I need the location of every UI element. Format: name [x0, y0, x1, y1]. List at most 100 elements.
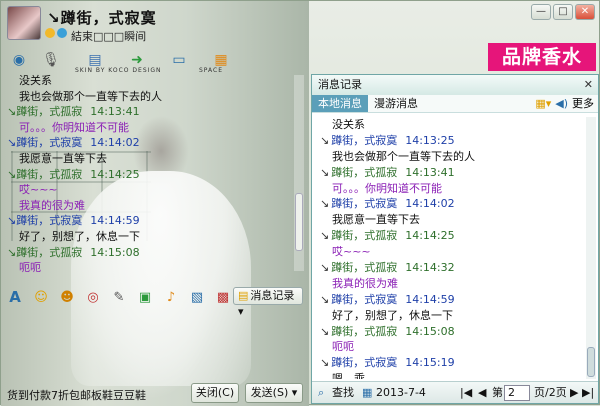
chat-message-area[interactable]: 没关系 我也会做那个一直等下去的人 ↘蹲街，式孤寂 14:13:41 可。。。你明知道不… — [7, 73, 291, 273]
message-text: 没关系 — [332, 118, 365, 131]
message-time: 14:14:02 — [405, 197, 455, 211]
message-sender-row: ↘蹲街，式孤寂 14:15:08 — [7, 245, 291, 261]
message-text: 呃呃 — [332, 340, 354, 354]
page-number-input[interactable]: 2 — [504, 385, 530, 401]
sender-name[interactable]: 蹲街，式孤寂 — [331, 325, 397, 338]
vip-star-icon[interactable] — [45, 28, 55, 38]
message-time: 14:15:19 — [405, 356, 455, 370]
message-text: 我真的很为难 — [332, 276, 398, 290]
speaker-icon[interactable]: ◀) — [555, 95, 568, 113]
calendar-icon[interactable]: ▦ — [362, 382, 372, 404]
screenshot-icon[interactable]: ▧ — [187, 290, 207, 305]
message-sender-row: ↘蹲街，式孤寂 14:13:41 — [7, 104, 291, 120]
brand-badge[interactable]: 品牌香水 — [488, 43, 596, 71]
last-page-icon[interactable]: ▶| — [582, 382, 594, 404]
sender-name[interactable]: 蹲街，式寂寞 — [16, 136, 82, 149]
close-button[interactable]: 关闭(C) — [191, 383, 239, 403]
message-sender-row: ↘蹲街，式孤寂 14:14:25 — [320, 228, 580, 244]
history-scrollbar[interactable] — [586, 117, 596, 379]
message-text: 没关系 — [19, 74, 52, 87]
message-time: 14:13:41 — [405, 165, 455, 179]
sender-name[interactable]: 蹲街，式寂寞 — [331, 134, 397, 147]
magic-emoji-icon[interactable]: ☻ — [57, 290, 77, 305]
tab-local-messages[interactable]: 本地消息 — [312, 95, 368, 112]
message-text: 好了，别想了，休息一下 — [332, 308, 453, 322]
minimize-button[interactable]: — — [531, 4, 551, 20]
message-sender-row: ↘蹲街，式孤寂 14:14:25 — [7, 167, 291, 183]
message-time: 14:14:59 — [405, 292, 455, 306]
tab-roaming-messages[interactable]: 漫游消息 — [368, 95, 424, 112]
message-sender-row: ↘ 蹲街，式寂寞 14:13:25 — [320, 133, 580, 149]
sender-name[interactable]: 蹲街，式孤寂 — [331, 229, 397, 242]
ad-link[interactable]: 货到付款7折包邮板鞋豆豆鞋 — [7, 387, 146, 403]
history-scroll-thumb[interactable] — [587, 347, 595, 377]
contact-name: ↘蹲街，式寂寞 — [47, 9, 157, 27]
search-button[interactable]: 查找 — [332, 382, 354, 404]
image-icon[interactable]: ▣ — [135, 290, 155, 305]
message-time: 14:14:32 — [405, 261, 455, 275]
sender-name[interactable]: 蹲街，式孤寂 — [331, 261, 397, 274]
status-online-icon[interactable] — [57, 28, 67, 38]
edit-icon[interactable]: ✎ — [109, 290, 129, 305]
sender-name[interactable]: 蹲街，式孤寂 — [16, 105, 82, 118]
first-page-icon[interactable]: |◀ — [460, 382, 472, 404]
send-button[interactable]: 发送(S) ▾ — [245, 383, 303, 403]
sender-arrow-icon: ↘ — [7, 167, 17, 181]
sender-name[interactable]: 蹲街，式孤寂 — [16, 168, 82, 181]
avatar[interactable] — [7, 6, 41, 40]
sender-name[interactable]: 蹲街，式孤寂 — [331, 166, 397, 179]
sender-name[interactable]: 蹲街，式寂寞 — [331, 293, 397, 306]
sender-arrow-icon: ↘ — [7, 245, 17, 259]
message-text: 可。。。你明知道不可能 — [332, 181, 442, 195]
message-text: 我真的很为难 — [19, 198, 85, 212]
sender-arrow-icon: ↘ — [7, 136, 17, 150]
page-prefix: 第 — [492, 386, 503, 399]
video-call-icon[interactable]: ◉ — [5, 48, 33, 72]
more-button[interactable]: 更多 — [572, 95, 594, 113]
close-history-icon[interactable]: ✕ — [584, 75, 593, 95]
font-icon[interactable]: A — [5, 288, 25, 306]
sender-name[interactable]: 蹲街，式寂寞 — [16, 214, 82, 227]
sender-arrow-icon: ↘ — [320, 165, 330, 179]
message-sender-row: ↘蹲街，式寂寞 14:14:02 — [320, 196, 580, 212]
message-sender-row: ↘ 蹲街，式孤寂 14:14:32 — [320, 260, 580, 276]
sender-name[interactable]: 蹲街，式寂寞 — [331, 197, 397, 210]
add-contact-icon[interactable]: ▦▾ — [535, 95, 551, 113]
message-history-button[interactable]: ▤ 消息记录 ▾ — [233, 287, 303, 318]
history-tools: ▦▾ ◀) 更多 — [535, 95, 594, 113]
message-sender-row: ↘蹲街，式寂寞 14:14:59 — [320, 292, 580, 308]
history-panel: 消息记录 ✕ 本地消息 漫游消息 ▦▾ ◀) 更多 没关系 ↘ 蹲街，式寂寞 14:1… — [311, 74, 599, 404]
maximize-button[interactable]: □ — [553, 4, 573, 20]
message-text: 哎~~~ — [332, 245, 371, 259]
chat-scroll-thumb[interactable] — [295, 193, 303, 251]
sender-arrow-icon: ↘ — [7, 105, 17, 119]
history-message-list[interactable]: 没关系 ↘ 蹲街，式寂寞 14:13:25 我也会做那个一直等下去的人 ↘ 蹲街，式孤寂 14… — [320, 117, 580, 379]
sender-name[interactable]: 蹲街，式寂寞 — [331, 356, 397, 369]
sender-arrow-icon: ↘ — [320, 261, 330, 275]
emoji-icon[interactable]: ☺ — [31, 290, 51, 305]
next-page-icon[interactable]: ▶ — [570, 382, 578, 404]
message-time: 14:13:25 — [405, 133, 455, 147]
voice-call-icon[interactable]: 🎙 — [37, 48, 65, 72]
sender-name[interactable]: 蹲街，式孤寂 — [16, 246, 82, 259]
screen-share-icon[interactable]: ▭ — [165, 48, 193, 72]
message-text: 我也会做那个一直等下去的人 — [19, 89, 162, 103]
close-window-button[interactable]: ✕ — [575, 4, 595, 20]
sender-arrow-icon: ↘ — [320, 324, 330, 338]
message-sender-row: ↘蹲街，式寂寞 14:14:59 — [7, 213, 291, 229]
message-time: 14:15:08 — [405, 324, 455, 338]
shake-icon[interactable]: ◎ — [83, 290, 103, 305]
search-icon[interactable]: ⌕ — [318, 382, 324, 404]
message-time: 14:14:59 — [90, 214, 140, 228]
message-text: 我也会做那个一直等下去的人 — [332, 149, 475, 163]
prev-page-icon[interactable]: ◀ — [478, 382, 486, 404]
music-icon[interactable]: ♪ — [161, 290, 181, 305]
sender-arrow-icon: ↘ — [320, 133, 330, 147]
message-sender-row: ↘蹲街，式寂寞 14:14:02 — [7, 135, 291, 151]
gift-icon[interactable]: ▩ — [213, 290, 233, 305]
history-title-bar: 消息记录 ✕ — [312, 75, 598, 95]
sender-arrow-icon: ↘ — [320, 356, 330, 370]
chat-scrollbar[interactable] — [294, 75, 304, 271]
history-date[interactable]: 2013-7-4 — [376, 382, 426, 404]
message-time: 14:14:25 — [405, 229, 455, 243]
